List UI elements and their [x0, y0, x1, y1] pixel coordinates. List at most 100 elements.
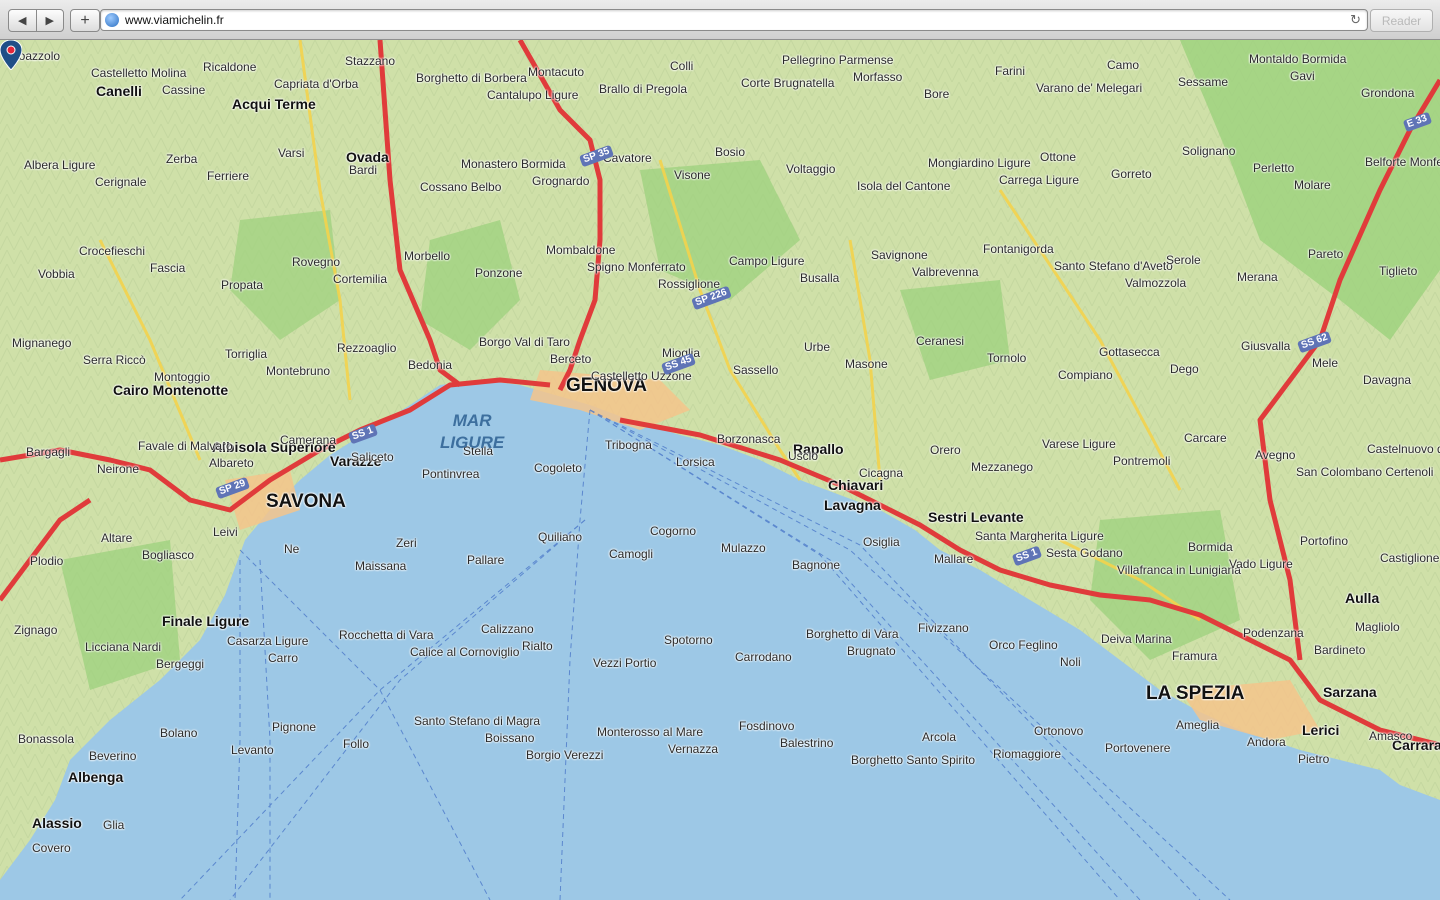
- place-label: Glia: [103, 818, 125, 832]
- town-label: Albenga: [68, 769, 124, 785]
- place-label: Tribogna: [605, 438, 652, 452]
- place-label: Leivi: [213, 525, 238, 539]
- place-label: Bedonia: [408, 358, 453, 372]
- browser-toolbar: ◀ ▶ + www.viamichelin.fr ↻ Reader: [0, 0, 1440, 40]
- town-label: Canelli: [96, 83, 142, 99]
- place-label: Rossiglione: [658, 277, 721, 291]
- place-label: Neirone: [97, 462, 140, 476]
- place-label: Cassine: [162, 83, 206, 97]
- place-label: Brugnato: [847, 644, 896, 658]
- place-label: Rocchetta di Vara: [339, 628, 434, 642]
- place-label: Montoggio: [154, 370, 211, 384]
- place-label: Bogliasco: [142, 548, 195, 562]
- place-label: Sesta Godano: [1046, 546, 1123, 560]
- place-label: Noli: [1060, 655, 1081, 669]
- place-label: Borgio Verezzi: [526, 748, 604, 762]
- city-label: SAVONA: [266, 491, 346, 512]
- place-label: Visone: [674, 168, 711, 182]
- place-label: Pareto: [1308, 247, 1344, 261]
- location-pin-icon[interactable]: [0, 40, 22, 70]
- place-label: Plodio: [30, 554, 64, 568]
- place-label: Borghetto Santo Spirito: [851, 753, 976, 767]
- place-label: Quiliano: [538, 530, 583, 544]
- place-label: Maissana: [355, 559, 407, 573]
- place-label: Monterosso al Mare: [597, 725, 704, 739]
- place-label: Levanto: [231, 743, 274, 757]
- place-label: Portovenere: [1105, 741, 1171, 755]
- place-label: Camerana: [280, 433, 337, 447]
- place-label: Mombaldone: [546, 243, 616, 257]
- place-label: Carrodano: [735, 650, 792, 664]
- place-label: Riomaggiore: [993, 747, 1062, 761]
- place-label: Masone: [845, 357, 888, 371]
- place-label: Cerignale: [95, 175, 147, 189]
- place-label: Serole: [1166, 253, 1201, 267]
- place-label: Ceranesi: [916, 334, 965, 348]
- place-label: Bardineto: [1314, 643, 1366, 657]
- place-label: Cortemilia: [333, 272, 388, 286]
- place-label: Valmozzola: [1125, 276, 1187, 290]
- address-bar[interactable]: www.viamichelin.fr ↻: [100, 9, 1368, 31]
- town-label: Alassio: [32, 815, 82, 831]
- place-label: Castelletto Uzzone: [591, 369, 692, 383]
- place-label: Calizzano: [481, 622, 534, 636]
- place-label: Camo: [1107, 58, 1140, 72]
- place-label: Carro: [268, 651, 299, 665]
- place-label: Sassello: [733, 363, 779, 377]
- place-label: Pallare: [467, 553, 505, 567]
- town-label: Lavagna: [824, 497, 881, 513]
- place-label: Bonassola: [18, 732, 75, 746]
- place-label: Giusvalla: [1241, 339, 1291, 353]
- place-label: Pontremoli: [1113, 454, 1171, 468]
- place-label: Varese Ligure: [1042, 437, 1116, 451]
- place-label: Cogorno: [650, 524, 697, 538]
- place-label: Montaldo Bormida: [1249, 52, 1347, 66]
- place-label: Licciana Nardi: [85, 640, 162, 654]
- place-label: Voltaggio: [786, 162, 836, 176]
- town-label: Sestri Levante: [928, 509, 1024, 525]
- place-label: Valbrevenna: [912, 265, 979, 279]
- place-label: Serra Riccò: [83, 353, 146, 367]
- place-label: Ne: [284, 542, 300, 556]
- reload-icon[interactable]: ↻: [1350, 12, 1361, 28]
- url-text[interactable]: www.viamichelin.fr: [125, 13, 224, 27]
- town-label: Ovada: [346, 149, 389, 165]
- place-label: Cicagna: [859, 466, 904, 480]
- place-label: Bergeggi: [156, 657, 205, 671]
- place-label: Bosio: [715, 145, 746, 159]
- place-label: Pietro: [1298, 752, 1330, 766]
- place-label: Mignanego: [12, 336, 72, 350]
- place-label: San Colombano Certenoli: [1296, 465, 1434, 479]
- place-label: Varsi: [278, 146, 305, 160]
- place-label: Montacuto: [528, 65, 585, 79]
- place-label: Calice al Cornoviglio: [410, 645, 520, 659]
- place-label: Tiglieto: [1379, 264, 1418, 278]
- place-label: Albera Ligure: [24, 158, 96, 172]
- place-label: Vernazza: [668, 742, 719, 756]
- place-label: Tornolo: [987, 351, 1027, 365]
- place-label: Balestrino: [780, 736, 834, 750]
- place-label: Urbe: [804, 340, 831, 354]
- place-label: Bagnone: [792, 558, 841, 572]
- place-label: Zeri: [396, 536, 417, 550]
- plus-icon[interactable]: +: [70, 9, 100, 32]
- place-label: Compiano: [1058, 368, 1113, 382]
- forward-arrow-icon[interactable]: ▶: [35, 10, 64, 31]
- reader-button[interactable]: Reader: [1370, 9, 1433, 32]
- place-label: Corte Brugnatella: [741, 76, 835, 90]
- town-label: Aulla: [1345, 590, 1380, 606]
- town-label: Lerici: [1302, 722, 1340, 738]
- place-label: Pellegrino Parmense: [782, 53, 894, 67]
- place-label: Carcare: [1184, 431, 1227, 445]
- back-arrow-icon[interactable]: ◀: [9, 10, 36, 31]
- place-label: Rialto: [522, 639, 553, 653]
- map-view[interactable]: GENOVA SAVONA LA SPEZIA Chiavari Lavagna Rapa…: [0, 40, 1440, 900]
- place-label: Dego: [1170, 362, 1199, 376]
- place-label: Covero: [32, 841, 71, 855]
- place-label: Deiva Marina: [1101, 632, 1172, 646]
- place-label: Fivizzano: [918, 621, 969, 635]
- place-label: Spotorno: [664, 633, 713, 647]
- place-label: Vezzi Portio: [593, 656, 657, 670]
- place-label: Capriata d'Orba: [274, 77, 359, 91]
- nav-buttons: ◀ ▶: [8, 9, 64, 32]
